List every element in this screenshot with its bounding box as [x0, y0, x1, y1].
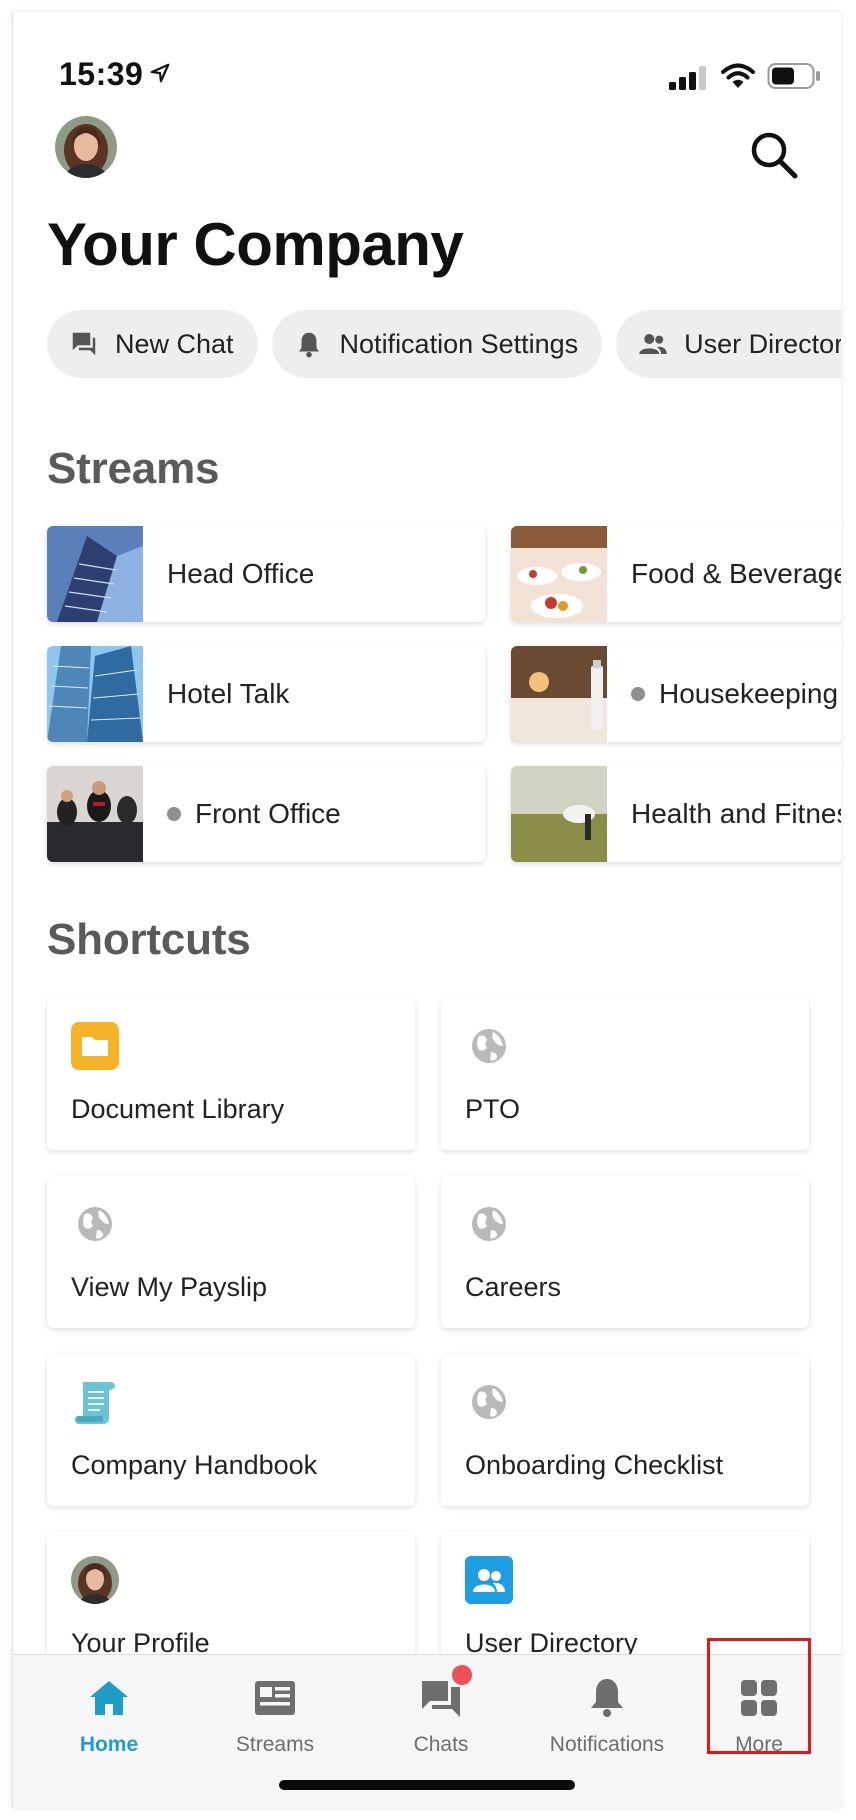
stream-label: Housekeeping — [631, 646, 838, 742]
home-indicator — [279, 1780, 575, 1790]
tab-label: Notifications — [549, 1733, 665, 1756]
scroll-icon — [75, 1382, 115, 1424]
avatar-icon — [71, 1556, 119, 1604]
shortcut-label: Onboarding Checklist — [465, 1450, 724, 1480]
stream-card-front-office[interactable]: Front Office — [47, 766, 485, 862]
stream-card-health-fitness[interactable]: Health and Fitness — [511, 766, 841, 862]
cellular-signal-icon — [669, 66, 706, 90]
stream-card-head-office[interactable]: Head Office — [47, 526, 485, 622]
shortcut-label: View My Payslip — [71, 1272, 268, 1302]
home-icon — [90, 1681, 128, 1715]
tab-label: More — [735, 1733, 783, 1756]
tab-label: Home — [79, 1733, 139, 1756]
unread-badge — [452, 1665, 472, 1685]
people-icon — [465, 1556, 513, 1604]
stream-thumbnail — [511, 526, 607, 622]
people-icon — [639, 334, 667, 354]
globe-icon — [78, 1207, 112, 1241]
streams-section-title: Streams — [47, 444, 220, 493]
shortcut-company-handbook[interactable]: Company Handbook — [47, 1354, 415, 1506]
chip-label: New Chat — [115, 328, 234, 359]
page-title: Your Company — [47, 211, 464, 278]
stream-card-housekeeping[interactable]: Housekeeping — [511, 646, 841, 742]
tab-chats[interactable]: Chats — [366, 1655, 516, 1775]
stream-label: Hotel Talk — [167, 678, 290, 709]
location-arrow-icon — [150, 63, 170, 83]
bell-icon — [591, 1679, 623, 1717]
shortcut-label: Company Handbook — [71, 1450, 318, 1480]
chip-notification-settings[interactable]: Notification Settings — [271, 310, 603, 378]
unread-indicator — [631, 687, 645, 701]
globe-icon — [472, 1207, 506, 1241]
shortcut-label: PTO — [465, 1094, 521, 1124]
shortcut-view-my-payslip[interactable]: View My Payslip — [47, 1176, 415, 1328]
shortcut-pto[interactable]: PTO — [441, 998, 809, 1150]
stream-label: Health and Fitness — [631, 798, 841, 829]
status-time: 15:39 — [59, 56, 144, 92]
battery-icon — [767, 63, 820, 89]
unread-indicator — [167, 807, 181, 821]
user-avatar[interactable] — [55, 116, 117, 178]
globe-icon — [472, 1029, 506, 1063]
wifi-icon — [721, 63, 755, 88]
shortcut-careers[interactable]: Careers — [441, 1176, 809, 1328]
tab-streams[interactable]: Streams — [200, 1655, 350, 1775]
tab-home[interactable]: Home — [34, 1655, 184, 1775]
tab-notifications[interactable]: Notifications — [532, 1655, 682, 1775]
avatar-icon — [55, 116, 117, 178]
shortcut-document-library[interactable]: Document Library — [47, 998, 415, 1150]
globe-icon — [472, 1385, 506, 1419]
stream-card-food-beverage[interactable]: Food & Beverage — [511, 526, 841, 622]
grid-icon — [741, 1680, 777, 1716]
stream-label: Front Office — [167, 766, 341, 862]
streams-icon — [255, 1681, 295, 1715]
stream-thumbnail — [47, 646, 143, 742]
tab-label: Streams — [235, 1733, 315, 1756]
stream-thumbnail — [511, 646, 607, 742]
shortcut-label: Careers — [465, 1272, 562, 1302]
chip-new-chat[interactable]: New Chat — [47, 310, 258, 378]
search-icon[interactable] — [747, 128, 801, 182]
app-screen: 15:39 Your Company New Chat Notification… — [12, 12, 841, 1808]
folder-icon — [71, 1022, 119, 1070]
tab-more[interactable]: More — [684, 1655, 834, 1775]
shortcut-onboarding-checklist[interactable]: Onboarding Checklist — [441, 1354, 809, 1506]
stream-label: Head Office — [167, 558, 315, 589]
chip-user-directory[interactable]: User Directory — [616, 310, 841, 378]
stream-thumbnail — [47, 526, 143, 622]
shortcut-label: Document Library — [71, 1094, 285, 1124]
stream-thumbnail — [47, 766, 143, 862]
chip-label: Notification Settings — [339, 328, 579, 359]
chat-bubble-icon — [72, 332, 96, 356]
stream-thumbnail — [511, 766, 607, 862]
chip-label: User Directory — [684, 328, 841, 359]
quick-actions-row: New Chat Notification Settings User Dire… — [47, 310, 841, 380]
shortcuts-section-title: Shortcuts — [47, 915, 251, 964]
tab-label: Chats — [413, 1733, 469, 1756]
bell-icon — [298, 332, 319, 358]
stream-label: Food & Beverage — [631, 558, 841, 589]
stream-card-hotel-talk[interactable]: Hotel Talk — [47, 646, 485, 742]
